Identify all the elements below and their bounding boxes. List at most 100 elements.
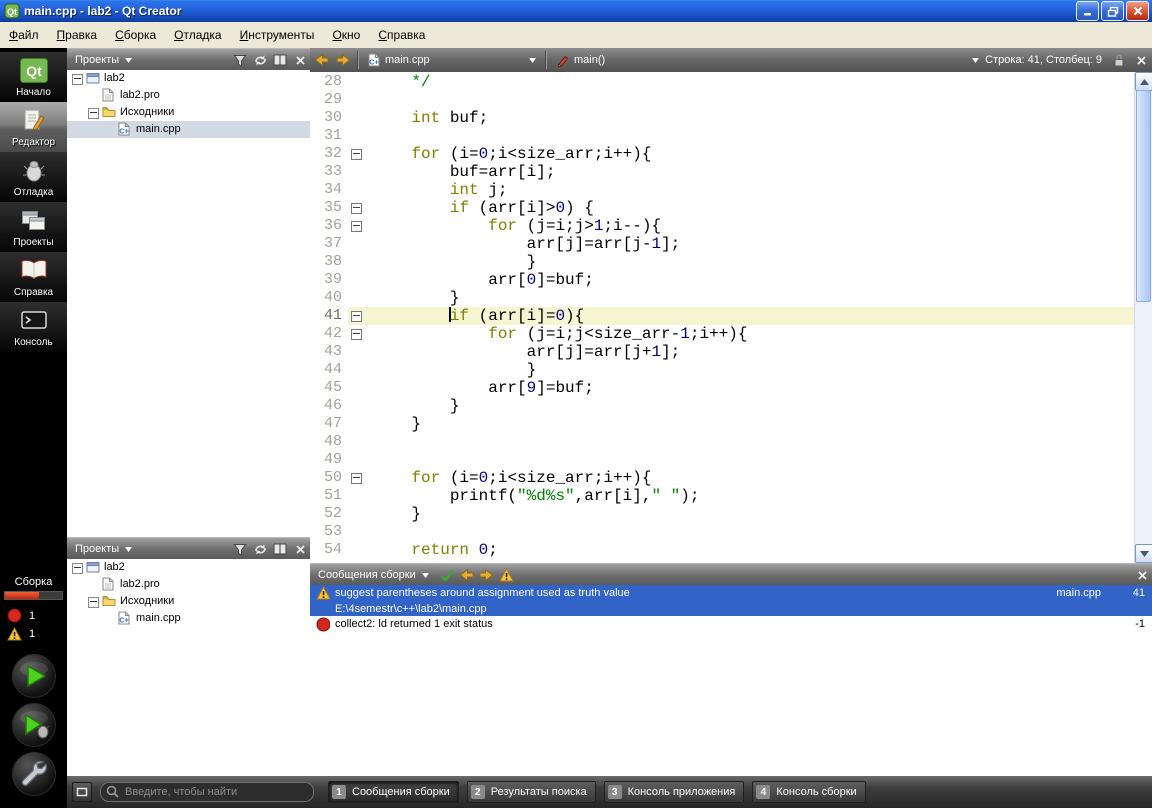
sync-with-editor-icon[interactable] — [250, 540, 270, 558]
panel-selector-bottom[interactable]: Проекты — [67, 538, 140, 560]
code-line-28[interactable]: 28 */ — [310, 73, 1135, 91]
close-icon[interactable] — [290, 540, 310, 558]
mode-projects[interactable]: Проекты — [0, 202, 67, 252]
code-line-38[interactable]: 38 } — [310, 253, 1135, 271]
editor-scrollbar[interactable] — [1134, 72, 1152, 563]
sync-with-editor-icon[interactable] — [250, 51, 270, 69]
scroll-down-button[interactable] — [1135, 544, 1152, 563]
code-line-36[interactable]: 36 for (j=i;j>1;i--){ — [310, 217, 1135, 235]
fold-marker[interactable] — [348, 217, 364, 235]
menu-item-file[interactable]: Файл — [0, 24, 48, 46]
filter-icon[interactable] — [230, 51, 250, 69]
tree-item-Исходники[interactable]: Исходники — [67, 593, 310, 610]
menu-item-debug[interactable]: Отладка — [165, 24, 230, 46]
mode-welcome[interactable]: QtНачало — [0, 52, 67, 102]
issue-row[interactable]: collect2: ld returned 1 exit status-1 — [310, 616, 1152, 632]
filter-icon[interactable] — [230, 540, 250, 558]
previous-issue-icon[interactable] — [457, 566, 477, 584]
menu-item-edit[interactable]: Правка — [48, 24, 107, 46]
code-line-49[interactable]: 49 — [310, 451, 1135, 469]
split-icon[interactable] — [270, 540, 290, 558]
code-line-30[interactable]: 30 int buf; — [310, 109, 1135, 127]
annotate-check-icon[interactable] — [437, 566, 457, 584]
pane-tab-3[interactable]: 3Консоль приложения — [604, 781, 745, 803]
scroll-up-button[interactable] — [1135, 72, 1152, 91]
code-line-42[interactable]: 42 for (j=i;j<size_arr-1;i++){ — [310, 325, 1135, 343]
issue-row[interactable]: suggest parentheses around assignment us… — [310, 585, 1152, 616]
menu-item-build[interactable]: Сборка — [106, 24, 165, 46]
menu-item-tools[interactable]: Инструменты — [231, 24, 324, 46]
code-line-31[interactable]: 31 — [310, 127, 1135, 145]
back-button[interactable] — [310, 49, 332, 71]
code-line-29[interactable]: 29 — [310, 91, 1135, 109]
run-debug-button[interactable] — [12, 703, 56, 747]
code-line-46[interactable]: 46 } — [310, 397, 1135, 415]
pane-tab-4[interactable]: 4Консоль сборки — [752, 781, 865, 803]
tree-item-lab2.pro[interactable]: lab2.pro — [67, 576, 310, 593]
close-button[interactable] — [1126, 1, 1149, 21]
build-button[interactable] — [12, 752, 56, 796]
toggle-sidebar-button[interactable] — [72, 782, 92, 802]
code-line-37[interactable]: 37 arr[j]=arr[j-1]; — [310, 235, 1135, 253]
code-line-33[interactable]: 33 buf=arr[i]; — [310, 163, 1135, 181]
code-line-53[interactable]: 53 — [310, 523, 1135, 541]
restore-button[interactable] — [1101, 1, 1124, 21]
tree-item-lab2.pro[interactable]: lab2.pro — [67, 87, 310, 104]
code-line-34[interactable]: 34 int j; — [310, 181, 1135, 199]
output-pane-selector[interactable]: Сообщения сборки — [310, 564, 437, 586]
warning-count-row[interactable]: 1 — [0, 625, 67, 643]
code-line-51[interactable]: 51 printf("%d%s",arr[i]," "); — [310, 487, 1135, 505]
code-line-54[interactable]: 54 return 0; — [310, 541, 1135, 559]
fold-marker[interactable] — [348, 469, 364, 487]
code-line-41[interactable]: 41 if (arr[i]=0){ — [310, 307, 1135, 325]
code-line-39[interactable]: 39 arr[0]=buf; — [310, 271, 1135, 289]
panel-selector[interactable]: Проекты — [67, 49, 140, 71]
code-line-32[interactable]: 32 for (i=0;i<size_arr;i++){ — [310, 145, 1135, 163]
menu-item-window[interactable]: Окно — [323, 24, 369, 46]
collapse-toggle[interactable] — [88, 597, 99, 608]
forward-button[interactable] — [332, 49, 354, 71]
code-line-44[interactable]: 44 } — [310, 361, 1135, 379]
mode-console[interactable]: Консоль — [0, 302, 67, 352]
filter-warnings-icon[interactable] — [497, 566, 517, 584]
collapse-toggle[interactable] — [88, 108, 99, 119]
open-file-selector[interactable]: C+ main.cpp — [362, 48, 542, 72]
scrollbar-thumb[interactable] — [1136, 90, 1151, 302]
collapse-toggle[interactable] — [72, 563, 83, 574]
code-line-52[interactable]: 52 } — [310, 505, 1135, 523]
error-count-row[interactable]: 1 — [0, 606, 67, 625]
code-line-50[interactable]: 50 for (i=0;i<size_arr;i++){ — [310, 469, 1135, 487]
tree-item-main.cpp[interactable]: C+main.cpp — [67, 610, 310, 627]
run-button[interactable] — [12, 654, 56, 698]
close-icon[interactable] — [290, 51, 310, 69]
split-icon[interactable] — [270, 51, 290, 69]
symbol-selector[interactable]: main() — [550, 48, 985, 72]
tree-item-Исходники[interactable]: Исходники — [67, 104, 310, 121]
next-issue-icon[interactable] — [477, 566, 497, 584]
lock-icon[interactable] — [1108, 49, 1130, 71]
code-line-40[interactable]: 40 } — [310, 289, 1135, 307]
locator-search-input[interactable] — [100, 782, 314, 802]
fold-marker[interactable] — [348, 145, 364, 163]
tree-item-lab2[interactable]: lab2 — [67, 70, 310, 87]
tree-item-main.cpp[interactable]: C+main.cpp — [67, 121, 310, 138]
code-line-43[interactable]: 43 arr[j]=arr[j+1]; — [310, 343, 1135, 361]
collapse-toggle[interactable] — [72, 74, 83, 85]
mode-debug[interactable]: Отладка — [0, 152, 67, 202]
code-line-35[interactable]: 35 if (arr[i]>0) { — [310, 199, 1135, 217]
code-line-47[interactable]: 47 } — [310, 415, 1135, 433]
fold-marker[interactable] — [348, 325, 364, 343]
minimize-button[interactable] — [1076, 1, 1099, 21]
code-line-48[interactable]: 48 — [310, 433, 1135, 451]
pane-tab-1[interactable]: 1Сообщения сборки — [328, 781, 459, 803]
tree-item-lab2[interactable]: lab2 — [67, 559, 310, 576]
menu-item-help[interactable]: Справка — [369, 24, 434, 46]
close-editor-icon[interactable] — [1130, 49, 1152, 71]
pane-tab-2[interactable]: 2Результаты поиска — [467, 781, 596, 803]
mode-editor[interactable]: Редактор — [0, 102, 67, 152]
close-output-icon[interactable] — [1132, 566, 1152, 584]
fold-marker[interactable] — [348, 307, 364, 325]
code-area[interactable]: 28 */2930 int buf;3132 for (i=0;i<size_a… — [310, 72, 1135, 563]
code-line-45[interactable]: 45 arr[9]=buf; — [310, 379, 1135, 397]
mode-help[interactable]: Справка — [0, 252, 67, 302]
